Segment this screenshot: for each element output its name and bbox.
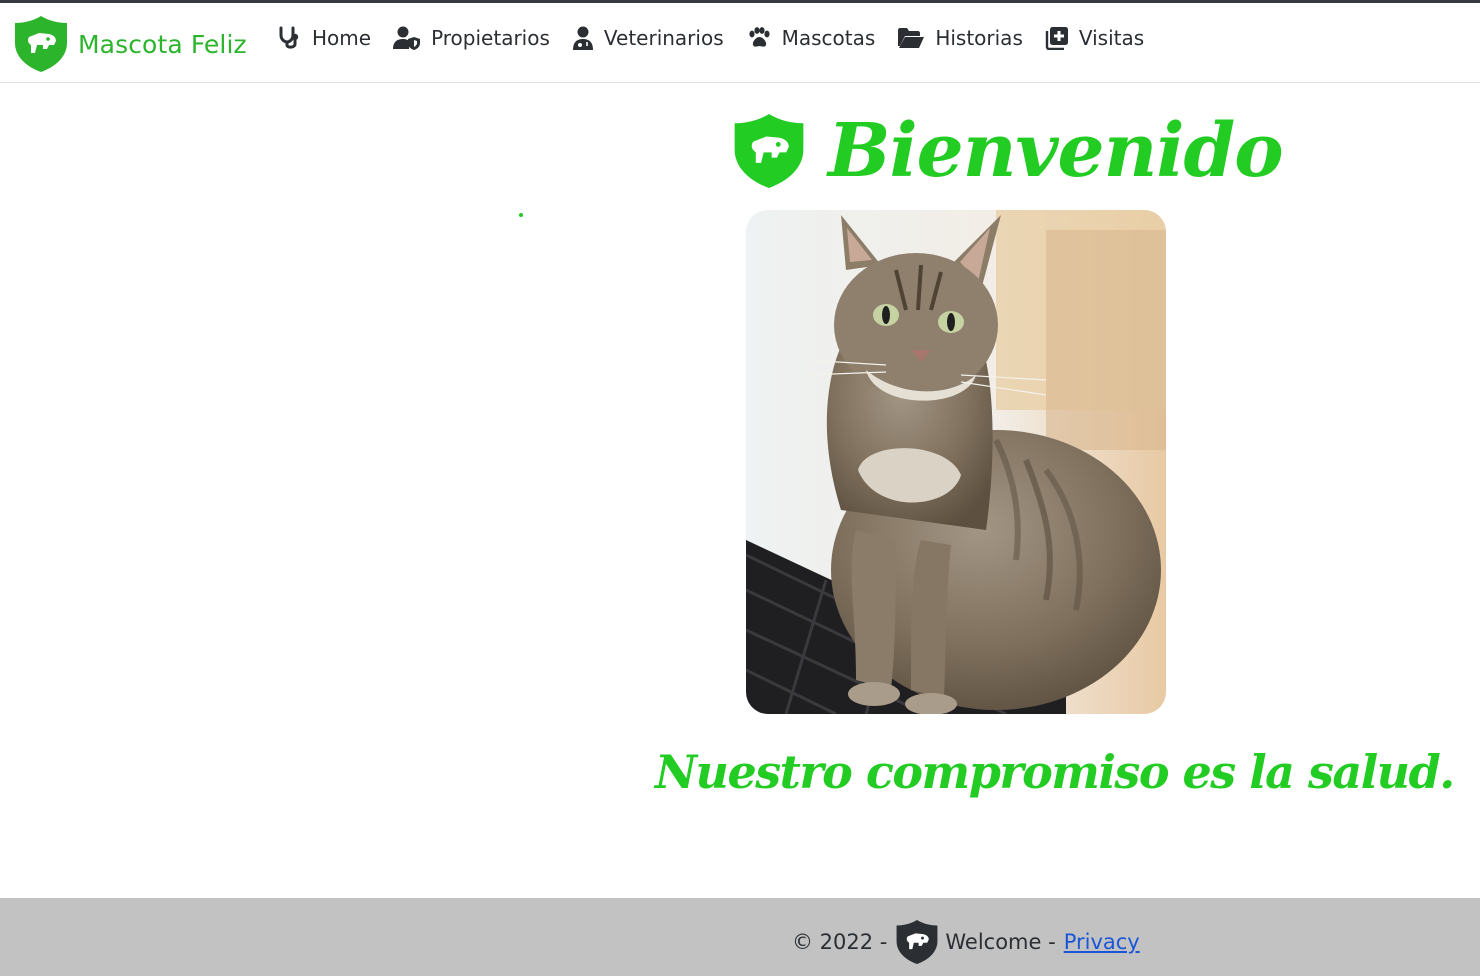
nav-label-veterinarios: Veterinarios <box>603 26 724 50</box>
nav-item-veterinarios[interactable]: Veterinarios <box>572 25 724 51</box>
shield-dog-icon <box>896 920 938 964</box>
notes-medical-icon <box>1045 27 1068 50</box>
footer: © 2022 - Welcome - Privacy <box>0 898 1480 976</box>
nav-item-home[interactable]: Home <box>276 25 371 51</box>
shield-dog-icon <box>15 16 67 72</box>
footer-content: © 2022 - Welcome - Privacy <box>792 918 1140 966</box>
nav-item-propietarios[interactable]: Propietarios <box>393 25 550 51</box>
navbar: Mascota Feliz Home Propietarios Veterina… <box>0 3 1480 83</box>
nav-label-historias: Historias <box>935 26 1023 50</box>
privacy-link[interactable]: Privacy <box>1064 930 1140 954</box>
stethoscope-icon <box>279 26 299 49</box>
nav-item-mascotas[interactable]: Mascotas <box>746 26 876 50</box>
cat-on-keyboard-image <box>746 210 1166 714</box>
welcome-title: Bienvenido <box>828 108 1284 194</box>
user-doctor-icon <box>572 26 593 50</box>
shield-dog-icon <box>734 114 804 188</box>
nav-item-historias[interactable]: Historias <box>897 26 1023 50</box>
nav-label-mascotas: Mascotas <box>781 26 876 50</box>
tagline: Nuestro compromiso es la salud. <box>655 745 1455 799</box>
welcome-heading: Bienvenido <box>732 108 1284 194</box>
folder-open-icon <box>898 28 925 48</box>
nav-label-visitas: Visitas <box>1078 26 1145 50</box>
user-shield-icon <box>393 26 421 50</box>
nav-menu: Home Propietarios Veterinarios Mascotas … <box>276 25 1166 51</box>
brand-name: Mascota Feliz <box>78 29 247 59</box>
footer-welcome: Welcome - <box>945 930 1056 954</box>
hero-section: Bienvenido Nuestro compromiso es la salu… <box>0 83 1480 898</box>
nav-item-visitas[interactable]: Visitas <box>1045 26 1144 50</box>
nav-label-propietarios: Propietarios <box>431 26 550 50</box>
paw-icon <box>749 27 770 47</box>
decorative-dot <box>519 213 523 217</box>
brand-link[interactable]: Mascota Feliz <box>13 15 247 73</box>
nav-label-home: Home <box>312 26 372 50</box>
cat-photo <box>746 210 1166 714</box>
footer-copyright: © 2022 - <box>792 930 888 954</box>
